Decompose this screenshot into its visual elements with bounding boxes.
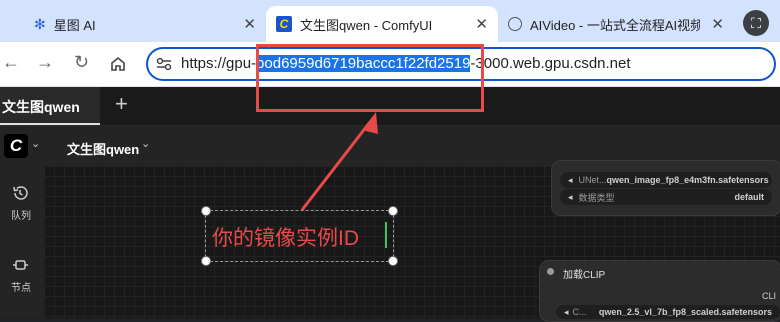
annotation-arrow — [300, 112, 378, 211]
tab-comfyui[interactable]: C 文生图qwen - ComfyUI ✕ — [266, 6, 498, 42]
weight-dtype-widget[interactable]: ◂ 数据类型 default — [560, 189, 772, 205]
tab-title: 星图 AI — [53, 17, 96, 33]
url-prefix: https://gpu- — [181, 55, 257, 72]
workflow-tab-title: 文生图qwen — [2, 99, 80, 115]
left-arrow-icon: ◂ — [568, 174, 573, 185]
tab-title: 文生图qwen - ComfyUI — [300, 17, 433, 33]
history-icon[interactable] — [11, 184, 29, 202]
sidebar-item-nodes[interactable]: 节点 — [11, 279, 31, 294]
close-icon[interactable]: ✕ — [711, 15, 724, 33]
url-suffix: -3000.web.gpu.csdn.net — [470, 55, 631, 72]
resize-handle[interactable] — [388, 256, 398, 266]
left-arrow-icon: ◂ — [568, 191, 573, 202]
widget-value: qwen_2.5_vl_7b_fp8_scaled.safetensors — [598, 307, 772, 317]
annotation-text: 你的镜像实例ID — [212, 227, 359, 250]
chevron-down-icon[interactable]: ⌄ — [141, 137, 150, 150]
chevron-down-icon[interactable]: ⌄ — [31, 137, 40, 150]
left-arrow-icon: ◂ — [564, 306, 569, 317]
workflow-name[interactable]: 文生图qwen — [67, 139, 139, 158]
widget-label: 数据类型 — [578, 192, 615, 203]
reload-icon[interactable]: ↻ — [74, 52, 89, 73]
resize-handle[interactable] — [388, 206, 398, 216]
highlight-rectangle — [256, 44, 484, 112]
forward-arrow-icon[interactable]: → — [36, 52, 54, 73]
resize-handle[interactable] — [201, 206, 211, 216]
resize-handle[interactable] — [201, 256, 211, 266]
home-icon[interactable] — [109, 55, 127, 73]
sidebar-item-queue[interactable]: 队列 — [11, 207, 31, 222]
xingtu-logo-icon: ✻ — [34, 15, 46, 32]
add-tab-icon[interactable]: + — [115, 91, 128, 117]
close-icon[interactable]: ✕ — [243, 15, 256, 33]
widget-value: default — [734, 192, 764, 202]
widget-label: UNet... — [578, 175, 607, 185]
tab-xingtu[interactable]: ✻ 星图 AI ✕ — [24, 6, 266, 42]
back-arrow-icon[interactable]: ← — [2, 52, 20, 73]
node-icon[interactable] — [11, 256, 29, 274]
output-label: CLI — [762, 291, 777, 301]
node-title: 加载CLIP — [563, 270, 606, 281]
widget-value: qwen_image_fp8_e4m3fn.safetensors — [606, 175, 769, 185]
comfyui-logo-icon: C — [276, 16, 292, 32]
text-cursor — [385, 222, 387, 248]
unet-loader-node[interactable] — [551, 160, 780, 216]
comfyui-logo-icon[interactable]: C — [4, 134, 28, 158]
screenshot-icon[interactable]: ⛶ — [743, 10, 769, 36]
close-icon[interactable]: ✕ — [475, 15, 488, 33]
globe-icon — [508, 17, 522, 31]
unet-name-widget[interactable]: ◂ UNet... qwen_image_fp8_e4m3fn.safetens… — [560, 172, 772, 188]
tab-title: AIVideo - 一站式全流程AI视频 — [530, 17, 700, 33]
widget-label: C... — [572, 307, 587, 317]
site-info-icon[interactable] — [155, 56, 173, 72]
node-status-dot — [547, 268, 554, 275]
clip-name-widget[interactable]: ◂ C... qwen_2.5_vl_7b_fp8_scaled.safeten… — [556, 305, 780, 319]
tab-aivideo[interactable]: AIVideo - 一站式全流程AI视频 ✕ — [498, 6, 738, 42]
